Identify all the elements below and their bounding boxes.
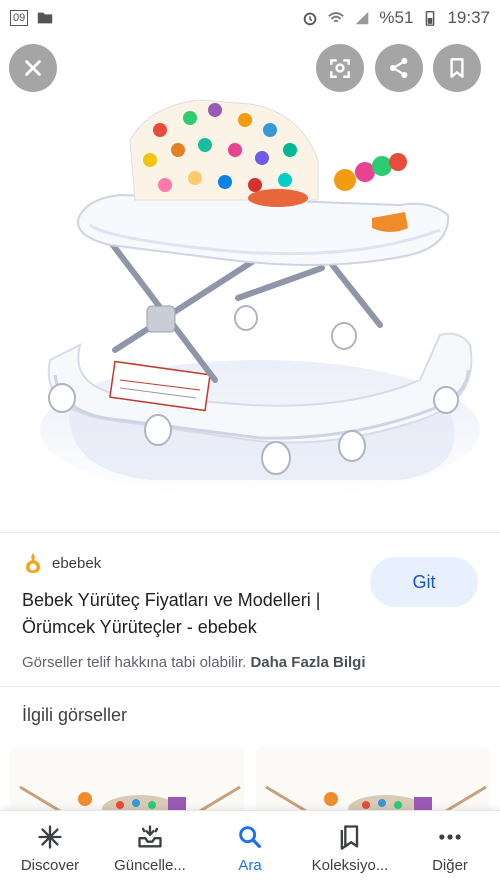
clock: 19:37 [447, 8, 490, 27]
nav-label: Güncelle... [114, 857, 186, 874]
source-name: ebebek [52, 554, 102, 572]
nav-label: Discover [20, 857, 80, 874]
folder-icon [38, 12, 53, 24]
more-info-link[interactable]: Daha Fazla Bilgi [250, 654, 365, 671]
copyright-text: Görseller telif hakkına tabi olabilir. [22, 654, 247, 671]
close-icon [25, 60, 41, 76]
nav-updates[interactable]: Güncelle... [100, 811, 200, 888]
baby-walker-image [40, 99, 480, 500]
nav-label: Ara [238, 857, 262, 874]
search-icon [239, 826, 261, 848]
bottom-navigation: Discover Güncelle... Ara Koleksiyo... Di… [0, 810, 500, 888]
status-bar: 09 %51 19:37 [0, 0, 500, 36]
wifi-icon [328, 12, 345, 23]
updates-tray-icon [138, 825, 162, 848]
alarm-icon [304, 12, 317, 26]
battery-percent: %51 [379, 8, 414, 27]
result-title[interactable]: Bebek Yürüteç Fiyatları ve Modelleri | Ö… [22, 587, 362, 641]
related-image-thumbnail[interactable] [10, 747, 244, 810]
nav-label: Diğer [432, 857, 468, 874]
copyright-notice: Görseller telif hakkına tabi olabilir. D… [22, 654, 365, 671]
ebebek-logo-icon [26, 553, 40, 573]
close-button[interactable] [9, 44, 57, 92]
nav-discover[interactable]: Discover [0, 811, 100, 888]
battery-icon [426, 10, 435, 26]
bookmark-button[interactable] [433, 44, 481, 92]
source-row[interactable]: ebebek [22, 551, 101, 575]
nav-more[interactable]: Diğer [400, 811, 500, 888]
lens-button[interactable] [316, 44, 364, 92]
signal-icon [356, 11, 369, 25]
collections-icon [340, 825, 359, 850]
related-image-thumbnail[interactable] [256, 747, 490, 810]
nav-label: Koleksiyo... [311, 857, 389, 874]
related-walker-image [10, 747, 244, 810]
nav-search[interactable]: Ara [200, 811, 300, 888]
more-dots-icon [439, 834, 461, 840]
related-images-section: İlgili görseller [0, 686, 500, 810]
bookmark-icon [450, 58, 464, 78]
related-walker-image [256, 747, 490, 810]
share-button[interactable] [375, 44, 423, 92]
nav-collections[interactable]: Koleksiyo... [300, 811, 400, 888]
related-images-title: İlgili görseller [22, 705, 128, 725]
calendar-notification-icon: 09 [10, 10, 29, 26]
asterisk-icon [38, 825, 62, 849]
visit-button[interactable]: Git [370, 557, 478, 607]
lens-icon [330, 59, 350, 78]
screen: 09 %51 19:37 ebebek Bebek Yürüteç Fiyatl… [0, 0, 500, 888]
share-icon [390, 57, 408, 79]
image-info-panel: ebebek Bebek Yürüteç Fiyatları ve Modell… [0, 532, 500, 686]
preview-image[interactable] [0, 0, 500, 532]
